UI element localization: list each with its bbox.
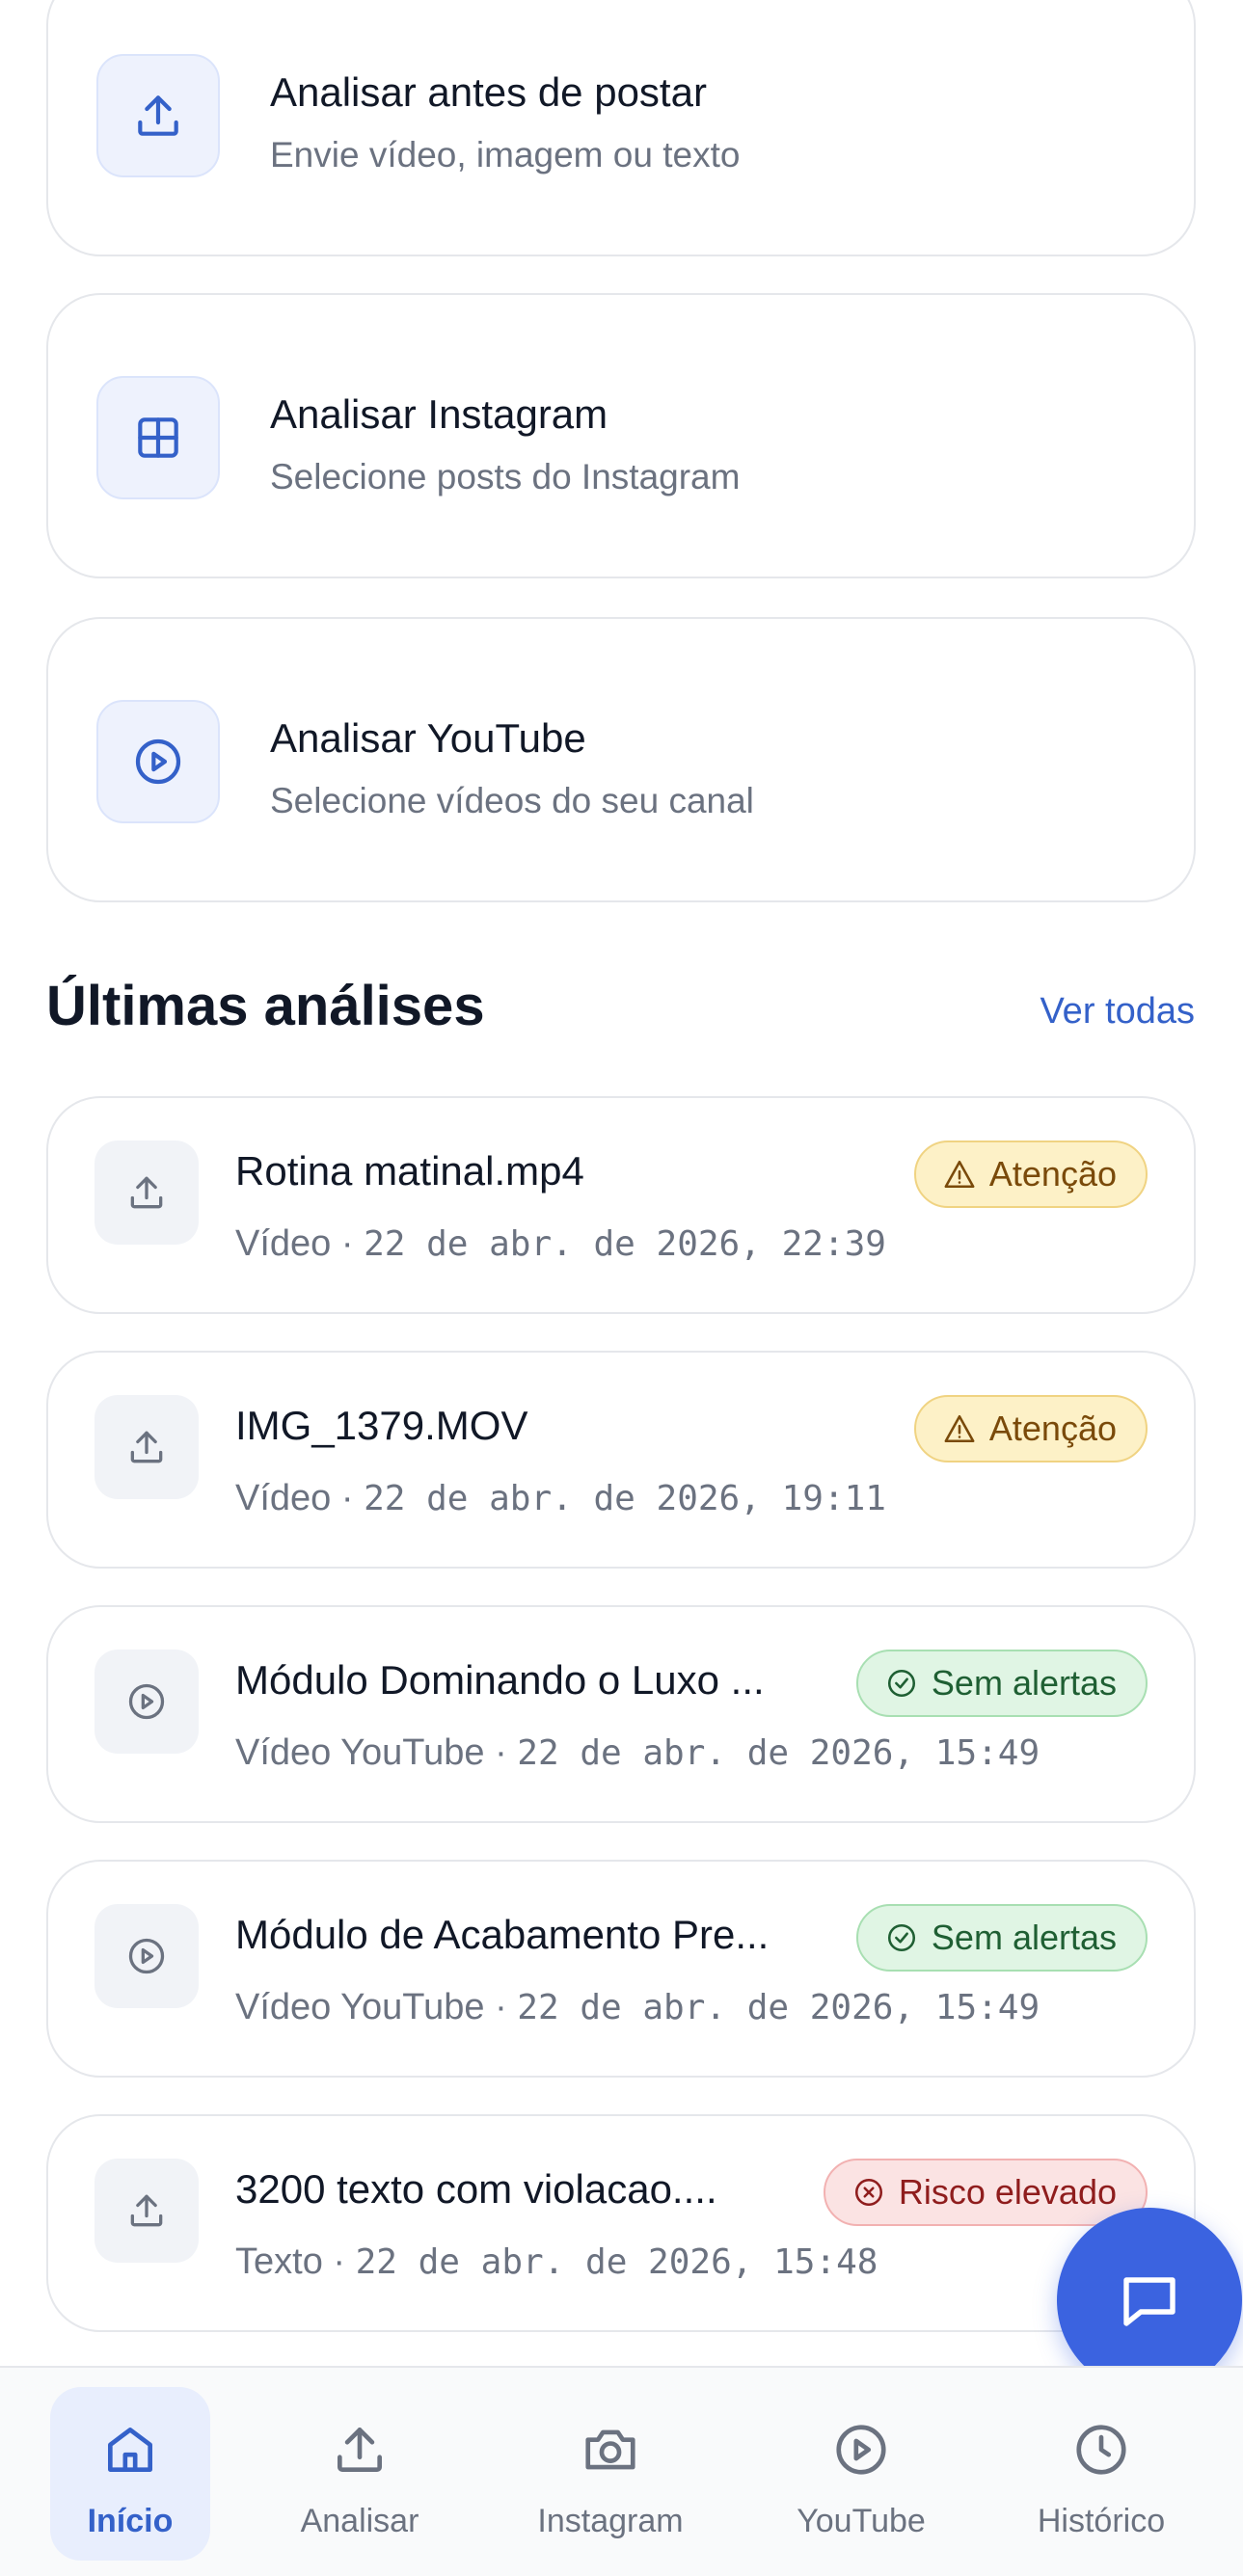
item-meta: Vídeo YouTube · 22 de abr. de 2026, 15:4… [235,1987,1040,2028]
item-date: 22 de abr. de 2026, 15:48 [355,2242,878,2282]
nav-item-instagram[interactable]: Instagram [521,2387,700,2561]
x-circle-icon [854,2178,882,2207]
play-circle-icon [95,1650,199,1754]
camera-icon [581,2416,640,2483]
play-circle-icon [96,700,220,823]
list-item[interactable]: IMG_1379.MOV Vídeo · 22 de abr. de 2026,… [46,1351,1196,1569]
meta-separator: · [495,1987,507,2027]
list-item[interactable]: Rotina matinal.mp4 Vídeo · 22 de abr. de… [46,1096,1196,1314]
status-badge: Atenção [913,1395,1148,1462]
check-circle-icon [887,1923,915,1952]
action-subtitle: Selecione posts do Instagram [270,457,741,496]
chat-icon [1123,2277,1175,2326]
grid-icon [96,376,220,499]
clock-icon [1071,2416,1131,2483]
play-circle-icon [831,2416,891,2483]
nav-item-youtube[interactable]: YouTube [777,2387,945,2561]
item-meta: Vídeo · 22 de abr. de 2026, 19:11 [235,1478,886,1519]
item-type: Vídeo YouTube [235,1732,485,1773]
badge-label: Sem alertas [931,1918,1117,1957]
item-type: Vídeo [235,1223,332,1264]
item-type: Texto [235,2241,323,2282]
item-name: Módulo Dominando o Luxo ... [235,1657,765,1703]
status-badge: Atenção [913,1140,1148,1208]
see-all-link[interactable]: Ver todas [1040,991,1195,1033]
status-badge: Risco elevado [823,2159,1148,2226]
upload-icon [95,1140,199,1245]
meta-separator: · [340,1478,354,1518]
nav-label: Instagram [537,2503,684,2539]
item-date: 22 de abr. de 2026, 22:39 [364,1224,886,1264]
nav-item-inicio[interactable]: Início [50,2387,210,2561]
item-name: IMG_1379.MOV [235,1403,528,1448]
action-subtitle: Envie vídeo, imagem ou texto [270,135,741,174]
list-item[interactable]: Módulo Dominando o Luxo ... Vídeo YouTub… [46,1605,1196,1823]
status-badge: Sem alertas [855,1650,1148,1717]
action-card-youtube[interactable]: Analisar YouTube Selecione vídeos do seu… [46,617,1196,902]
item-meta: Vídeo YouTube · 22 de abr. de 2026, 15:4… [235,1732,1040,1774]
upload-icon [95,1395,199,1499]
badge-label: Atenção [988,1154,1117,1194]
nav-item-analisar[interactable]: Analisar [280,2387,440,2561]
badge-label: Risco elevado [898,2172,1117,2212]
nav-label: Histórico [1037,2503,1166,2539]
list-item[interactable]: 3200 texto com violacao.... Texto · 22 d… [46,2114,1196,2332]
status-badge: Sem alertas [855,1904,1148,1972]
meta-separator: · [333,2241,346,2282]
warning-icon [944,1160,975,1189]
nav-label: YouTube [797,2503,926,2539]
item-meta: Vídeo · 22 de abr. de 2026, 22:39 [235,1223,886,1265]
item-name: Rotina matinal.mp4 [235,1148,584,1194]
meta-separator: · [495,1732,507,1773]
home-screen: Analisar antes de postar Envie vídeo, im… [0,0,1243,2576]
action-card-upload[interactable]: Analisar antes de postar Envie vídeo, im… [46,0,1196,256]
action-title: Analisar antes de postar [270,69,707,115]
check-circle-icon [887,1669,915,1698]
item-type: Vídeo [235,1478,332,1518]
nav-label: Analisar [300,2503,419,2539]
item-date: 22 de abr. de 2026, 15:49 [517,1733,1040,1773]
badge-label: Sem alertas [931,1663,1117,1703]
action-title: Analisar YouTube [270,715,586,761]
section-title: Últimas análises [46,975,485,1037]
action-title: Analisar Instagram [270,391,608,437]
action-card-instagram[interactable]: Analisar Instagram Selecione posts do In… [46,293,1196,578]
bottom-nav: Início Analisar Instagram YouTube Histór… [0,2366,1243,2576]
play-circle-icon [95,1904,199,2008]
badge-label: Atenção [988,1409,1117,1448]
item-meta: Texto · 22 de abr. de 2026, 15:48 [235,2241,878,2283]
item-date: 22 de abr. de 2026, 15:49 [517,1988,1040,2027]
upload-icon [330,2416,390,2483]
item-date: 22 de abr. de 2026, 19:11 [364,1479,886,1518]
item-name: 3200 texto com violacao.... [235,2166,717,2212]
upload-icon [96,54,220,177]
home-icon [100,2416,160,2483]
item-name: Módulo de Acabamento Pre... [235,1912,770,1957]
list-item[interactable]: Módulo de Acabamento Pre... Vídeo YouTub… [46,1860,1196,2078]
action-subtitle: Selecione vídeos do seu canal [270,781,754,820]
nav-item-historico[interactable]: Histórico [1016,2387,1186,2561]
nav-label: Início [87,2503,174,2539]
item-type: Vídeo YouTube [235,1987,485,2027]
meta-separator: · [340,1223,354,1264]
warning-icon [944,1414,975,1443]
upload-icon [95,2159,199,2263]
